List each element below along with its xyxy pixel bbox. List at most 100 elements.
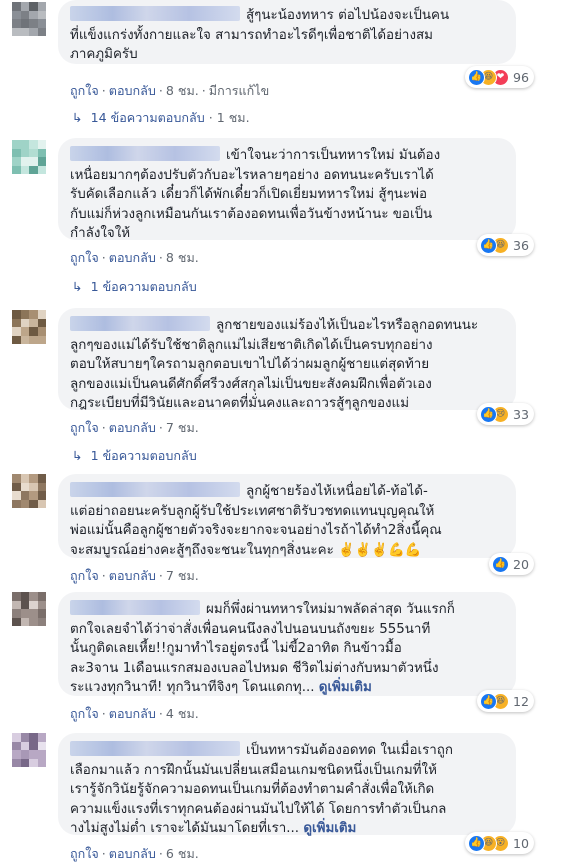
avatar-pixel — [20, 165, 29, 174]
reply-link[interactable]: ตอบกลับ — [109, 846, 156, 861]
like-link[interactable]: ถูกใจ — [70, 420, 99, 435]
reply-link[interactable]: ตอบกลับ — [109, 568, 156, 583]
timestamp[interactable]: 8 ชม. — [166, 83, 199, 98]
like-link[interactable]: ถูกใจ — [70, 706, 99, 721]
avatar-pixel — [12, 19, 21, 28]
avatar-pixel — [29, 491, 38, 500]
avatar-pixel — [29, 2, 38, 11]
avatar-pixel — [20, 10, 29, 19]
edited-label[interactable]: มีการแก้ไข — [209, 83, 269, 98]
avatar[interactable] — [12, 2, 46, 36]
avatar-pixel — [37, 140, 46, 149]
commenter-name[interactable] — [70, 600, 200, 615]
timestamp[interactable]: 7 ชม. — [166, 568, 199, 583]
avatar-pixel — [12, 310, 21, 319]
comment-bubble: ลูกชายของแม่ร้องไห้เป็นอะไรหรือลูกอดทนนะ… — [58, 308, 516, 412]
reply-link[interactable]: ตอบกลับ — [109, 250, 156, 265]
avatar-pixel — [29, 741, 38, 750]
like-link[interactable]: ถูกใจ — [70, 83, 99, 98]
timestamp[interactable]: 6 ชม. — [166, 846, 199, 861]
commenter-name[interactable] — [70, 146, 220, 161]
avatar-pixel — [12, 491, 21, 500]
view-replies-link[interactable]: ↳ 14 ข้อความตอบกลับ · 1 ชม. — [72, 108, 250, 128]
avatar-pixel — [20, 600, 29, 609]
avatar-pixel — [29, 19, 38, 28]
see-more-link[interactable]: ดูเพิ่มเติม — [319, 680, 372, 695]
comment-text-line: ความแข็งแรงที่เราทุกคนต้องผ่านมันไปให้ได… — [70, 801, 447, 817]
like-link[interactable]: ถูกใจ — [70, 250, 99, 265]
avatar[interactable] — [12, 140, 46, 174]
avatar[interactable] — [12, 733, 46, 767]
avatar-pixel — [29, 592, 38, 601]
avatar-pixel — [29, 600, 38, 609]
commenter-name[interactable] — [70, 482, 240, 497]
avatar-pixel — [29, 617, 38, 626]
comment-text-line: เรารู้จักวินัยรู้จักความอดทนเป็นเกมที่ต้… — [70, 782, 435, 798]
like-reaction-icon: 👍 — [491, 555, 509, 573]
comment-text-line: ลูกชายของแม่ร้องไห้เป็นอะไรหรือลูกอดทนนะ — [216, 318, 479, 333]
like-link[interactable]: ถูกใจ — [70, 568, 99, 583]
avatar-pixel — [12, 148, 21, 157]
comment-text-line: กฎระเบียบที่มีวินัยและอนาคตที่มั่นคงและถ… — [70, 396, 410, 412]
comment-text-line: ตกใจเลยจำได้ว่าจ่าสั่งเพื่อนคนนึงลงไปนอน… — [70, 621, 431, 637]
see-more-link[interactable]: ดูเพิ่มเติม — [303, 821, 356, 836]
avatar-pixel — [20, 335, 29, 344]
like-link[interactable]: ถูกใจ — [70, 846, 99, 861]
view-replies-link[interactable]: ↳ 1 ข้อความตอบกลับ — [72, 277, 197, 297]
comment-actions: ถูกใจ · ตอบกลับ · 8 ชม. · มีการแก้ไข — [70, 83, 270, 98]
avatar-pixel — [37, 335, 46, 344]
reaction-count: 10 — [512, 835, 529, 851]
avatar-pixel — [29, 148, 38, 157]
avatar-pixel — [20, 617, 29, 626]
avatar[interactable] — [12, 474, 46, 508]
avatar-pixel — [12, 318, 21, 327]
comment-actions: ถูกใจ · ตอบกลับ · 7 ชม. — [70, 420, 199, 435]
view-replies-link[interactable]: ↳ 1 ข้อความตอบกลับ — [72, 446, 197, 466]
comment-text-line: างไม่สูงไม่ต่ำ เราจะได้มันมาโดยที่เรา... — [70, 821, 300, 837]
avatar-pixel — [12, 27, 21, 36]
avatar-pixel — [20, 140, 29, 149]
avatar[interactable] — [12, 592, 46, 626]
reply-link[interactable]: ตอบกลับ — [109, 706, 156, 721]
commenter-name[interactable] — [70, 6, 240, 21]
comment-actions: ถูกใจ · ตอบกลับ · 7 ชม. — [70, 568, 199, 583]
timestamp[interactable]: 7 ชม. — [166, 420, 199, 435]
like-reaction-icon: 👍 — [479, 405, 497, 423]
reply-link[interactable]: ตอบกลับ — [109, 420, 156, 435]
reaction-summary[interactable]: 👍 😆 ❤ 96 — [464, 66, 534, 88]
avatar-pixel — [37, 600, 46, 609]
like-reaction-icon: 👍 — [467, 834, 485, 852]
avatar-pixel — [12, 165, 21, 174]
timestamp[interactable]: 8 ชม. — [166, 250, 199, 265]
comment-bubble: ลูกผู้ชายร้องไห้เหนื่อยได้-ท้อได้- แต่อย… — [58, 474, 516, 558]
avatar-pixel — [12, 741, 21, 750]
reply-arrow-icon: ↳ — [72, 110, 83, 125]
avatar-pixel — [37, 318, 46, 327]
reaction-count: 96 — [512, 69, 529, 85]
reaction-summary[interactable]: 👍 20 — [488, 553, 534, 575]
reaction-summary[interactable]: 👍 😆 36 — [476, 234, 534, 256]
reaction-summary[interactable]: 👍 😆 😮 10 — [464, 832, 534, 854]
avatar[interactable] — [12, 310, 46, 344]
comment-text-line: ละ3จาน 1เดือนแรกสมองเบลอไปหมด ชีวิตไม่ต่… — [70, 660, 439, 676]
avatar-pixel — [29, 27, 38, 36]
comment-bubble: เป็นทหารมันต้องอดทด ในเมื่อเราถูก เลือกม… — [58, 733, 516, 837]
avatar-pixel — [29, 609, 38, 618]
reaction-summary[interactable]: 👍 😆 12 — [476, 690, 534, 712]
avatar-pixel — [37, 741, 46, 750]
comment-text-line: ลูกของแม่เป็นคนดีศักดิ์ศรีวงศ์สกุลไม่เป็… — [70, 376, 432, 392]
comment-bubble: ผมก็พึ่งผ่านทหารใหม่มาพลัดล่าสุด วันแรกก… — [58, 592, 516, 696]
comment-text-line: ที่แข็งแกร่งทั้งกายและใจ สามารถทำอะไรดีๆ… — [70, 27, 433, 43]
avatar-pixel — [12, 10, 21, 19]
timestamp[interactable]: 4 ชม. — [166, 706, 199, 721]
avatar-pixel — [12, 482, 21, 491]
avatar-pixel — [29, 474, 38, 483]
reply-link[interactable]: ตอบกลับ — [109, 83, 156, 98]
avatar-pixel — [37, 19, 46, 28]
avatar-pixel — [29, 499, 38, 508]
avatar-pixel — [37, 474, 46, 483]
avatar-pixel — [37, 758, 46, 767]
commenter-name[interactable] — [70, 316, 210, 331]
commenter-name[interactable] — [70, 741, 240, 756]
reaction-summary[interactable]: 👍 😢 33 — [476, 403, 534, 425]
